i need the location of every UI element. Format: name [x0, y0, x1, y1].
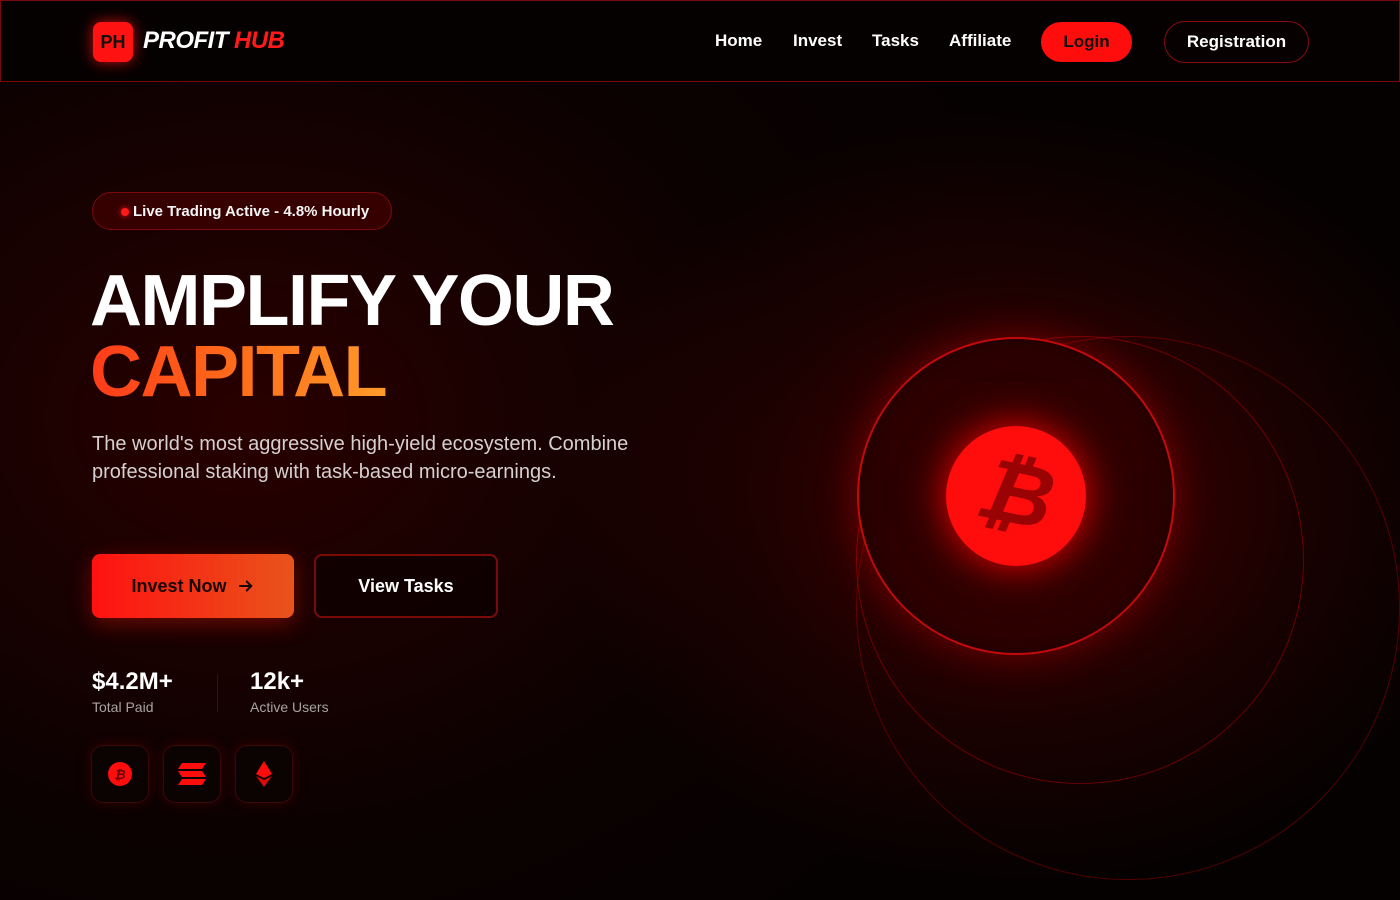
stat-active-users-label: Active Users: [250, 699, 329, 715]
brand-name[interactable]: PROFIT HUB: [143, 27, 285, 55]
bitcoin-orb-icon: ₿: [946, 426, 1086, 566]
orbit-ring-middle: [856, 336, 1304, 784]
brand-name-part2: HUB: [234, 27, 285, 54]
hero-subtext: The world's most aggressive high-yield e…: [92, 433, 629, 483]
live-trading-badge-text: Live Trading Active - 4.8% Hourly: [133, 202, 370, 220]
bitcoin-orb-symbol: ₿: [968, 437, 1064, 551]
view-tasks-button[interactable]: View Tasks: [314, 554, 498, 618]
logo-mark[interactable]: PH: [93, 22, 133, 62]
solana-tile[interactable]: [163, 745, 221, 803]
orbit-ring-outer: [856, 336, 1400, 880]
hero-headline-line1: AMPLIFY YOUR: [90, 261, 615, 341]
stat-divider: [217, 674, 218, 712]
bitcoin-icon: ₿: [108, 762, 132, 786]
top-navbar: PH PROFIT HUB Home Invest Tasks Affiliate…: [0, 0, 1400, 82]
ethereum-tile[interactable]: [235, 745, 293, 803]
stat-active-users-value: 12k+: [250, 668, 305, 695]
brand-name-part1: PROFIT: [143, 27, 229, 54]
live-dot-icon: [121, 208, 129, 216]
login-button[interactable]: Login: [1041, 22, 1132, 62]
invest-now-label: Invest Now: [131, 575, 227, 596]
hero-headline-line2: CAPITAL: [90, 332, 388, 412]
solana-icon: [178, 763, 206, 785]
stat-total-paid-value: $4.2M+: [92, 668, 173, 695]
nav-link-home[interactable]: Home: [715, 31, 762, 51]
nav-link-affiliate[interactable]: Affiliate: [949, 31, 1011, 51]
arrow-right-icon: [238, 580, 252, 592]
orbit-ring-inner: [857, 337, 1175, 655]
nav-link-invest[interactable]: Invest: [793, 31, 842, 51]
svg-text:₿: ₿: [114, 768, 125, 783]
registration-button[interactable]: Registration: [1164, 21, 1309, 63]
bitcoin-tile[interactable]: ₿: [91, 745, 149, 803]
invest-now-button[interactable]: Invest Now: [92, 554, 294, 618]
ethereum-icon: [256, 761, 272, 787]
stat-total-paid-label: Total Paid: [92, 699, 154, 715]
nav-link-tasks[interactable]: Tasks: [872, 31, 919, 51]
live-trading-badge: Live Trading Active - 4.8% Hourly: [92, 192, 392, 230]
